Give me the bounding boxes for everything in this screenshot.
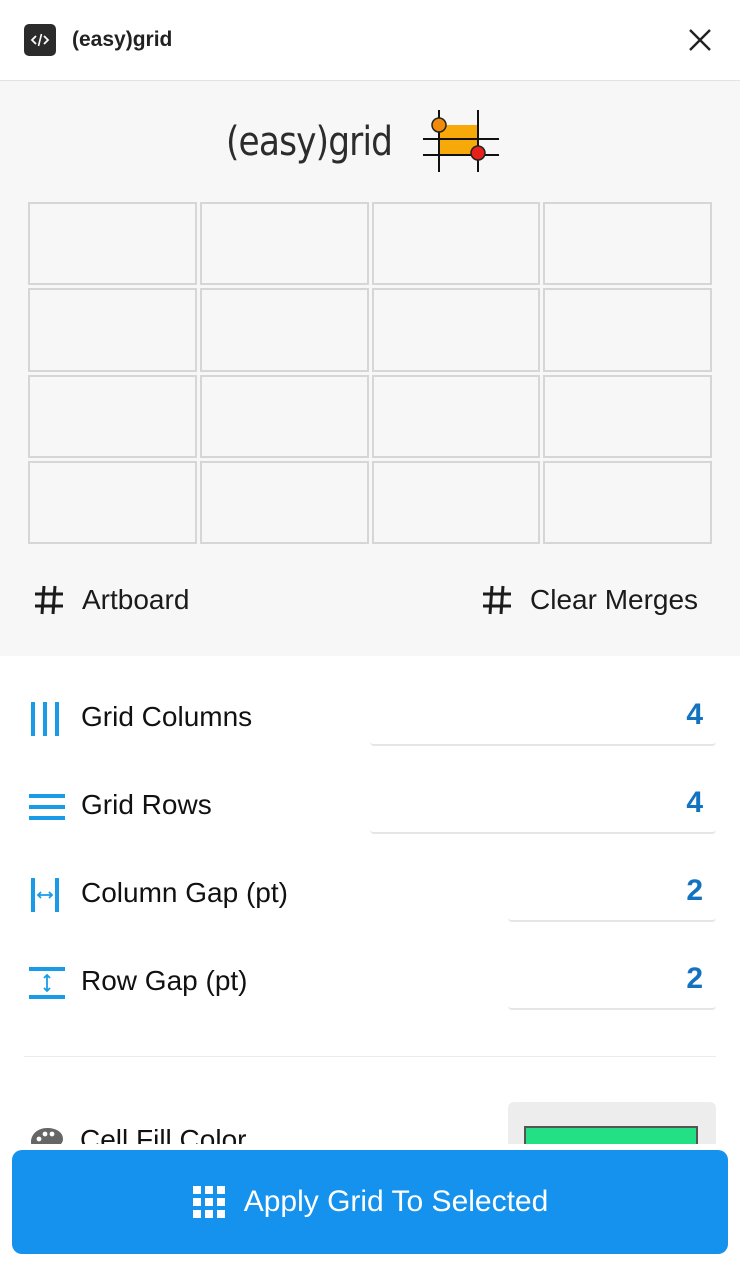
section-divider	[24, 1056, 716, 1057]
grid-cell[interactable]	[371, 202, 541, 286]
grid-cell[interactable]	[28, 202, 197, 286]
hash-icon	[35, 585, 63, 615]
clear-merges-label: Clear Merges	[530, 584, 699, 615]
column-gap-icon	[31, 878, 59, 912]
close-button[interactable]	[682, 22, 718, 58]
logo-grid-icon	[423, 110, 500, 172]
window-title: (easy)grid	[72, 28, 173, 51]
grid-cell[interactable]	[28, 374, 197, 458]
column-gap-row: Column Gap (pt) 2	[28, 862, 718, 922]
artboard-button[interactable]: Artboard	[32, 578, 189, 622]
logo-text: (easy)grid	[226, 119, 393, 165]
apply-grid-label: Apply Grid To Selected	[243, 1185, 549, 1218]
grid-cell[interactable]	[371, 374, 541, 458]
grid-cell[interactable]	[199, 460, 369, 544]
grid-columns-label: Grid Columns	[81, 701, 253, 732]
column-gap-label: Column Gap (pt)	[81, 877, 288, 908]
rows-icon	[29, 794, 65, 820]
grid-rows-label: Grid Rows	[81, 789, 212, 820]
title-bar: (easy)grid	[0, 0, 740, 81]
grid-cell[interactable]	[543, 202, 712, 286]
grid-columns-input[interactable]: 4	[370, 686, 716, 746]
columns-icon	[31, 702, 59, 736]
grid-cell[interactable]	[28, 288, 197, 372]
grid-cell[interactable]	[28, 460, 197, 544]
row-gap-input[interactable]: 2	[508, 950, 716, 1010]
grid-cell[interactable]	[543, 374, 712, 458]
grid-cell[interactable]	[371, 460, 541, 544]
grid-preview	[28, 202, 712, 544]
grid-cell[interactable]	[199, 202, 369, 286]
grid-cell[interactable]	[543, 460, 712, 544]
grid-icon	[192, 1186, 225, 1218]
logo: (easy)grid	[226, 110, 501, 172]
grid-cell[interactable]	[199, 374, 369, 458]
row-gap-label: Row Gap (pt)	[81, 965, 248, 996]
grid-rows-input[interactable]: 4	[370, 774, 716, 834]
grid-cell[interactable]	[543, 288, 712, 372]
close-icon	[689, 29, 711, 51]
grid-rows-row: Grid Rows 4	[28, 774, 718, 834]
column-gap-input[interactable]: 2	[508, 862, 716, 922]
apply-grid-button[interactable]: Apply Grid To Selected	[12, 1150, 728, 1254]
row-gap-row: Row Gap (pt) 2	[28, 950, 718, 1010]
clear-merges-button[interactable]: Clear Merges	[480, 578, 698, 622]
hash-icon	[483, 585, 511, 615]
code-icon	[24, 24, 56, 56]
grid-cell[interactable]	[371, 288, 541, 372]
row-gap-icon	[29, 967, 65, 999]
grid-cell[interactable]	[199, 288, 369, 372]
grid-columns-row: Grid Columns 4	[28, 686, 718, 746]
artboard-label: Artboard	[82, 584, 190, 615]
